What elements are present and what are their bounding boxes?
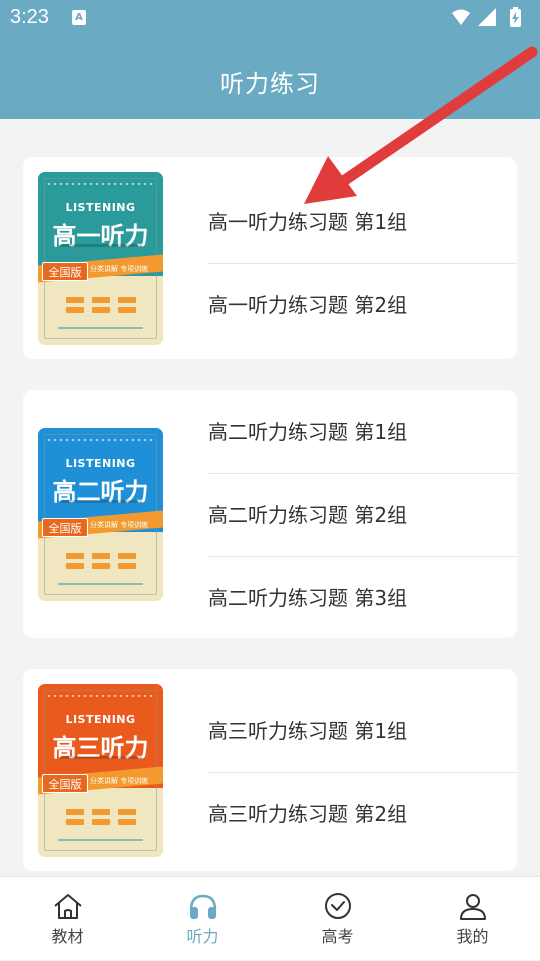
app-header: 听力练习 [0,36,540,119]
exercise-item[interactable]: 高二听力练习题 第2组 [208,473,517,556]
tab-label: 听力 [186,927,219,946]
cover-ribbon-text: 分类讲解 专项训练 [90,777,149,785]
exercise-item[interactable]: 高三听力练习题 第2组 [208,772,517,855]
status-icons [452,7,521,27]
tab-listening[interactable]: 听力 [135,877,270,961]
exercise-group: 第2组 [354,293,408,317]
wifi-icon [452,9,470,25]
section-card-grade-1: LISTENING 高一听力 全国版 分类讲解 专项训练 高一听力练习题 第1组… [23,157,517,359]
tab-label: 我的 [456,927,489,946]
signal-icon [478,8,496,26]
exercise-label: 高一听力练习题 [208,293,348,317]
exercise-label: 高二听力练习题 [208,420,348,444]
exercise-label: 高二听力练习题 [208,503,348,527]
bottom-tab-bar: 教材 听力 高考 我的 [0,876,540,960]
book-cover-grade-2[interactable]: LISTENING 高二听力 全国版 分类讲解 专项训练 [38,428,163,601]
user-icon [459,894,486,920]
cover-english-title: LISTENING [65,713,136,726]
tab-label: 教材 [51,927,84,946]
exercise-label: 高三听力练习题 [208,802,348,826]
cover-english-title: LISTENING [65,201,136,214]
cover-ribbon-text: 分类讲解 专项训练 [90,265,149,273]
exercise-item[interactable]: 高三听力练习题 第1组 [208,690,517,773]
headphones-icon [189,894,216,919]
page-title: 听力练习 [220,70,320,98]
tab-gaokao[interactable]: 高考 [270,877,405,961]
exercise-label: 高一听力练习题 [208,210,348,234]
exercise-label: 高二听力练习题 [208,586,348,610]
book-cover-grade-3[interactable]: LISTENING 高三听力 全国版 分类讲解 专项训练 [38,684,163,857]
cover-badge: 全国版 [42,774,88,793]
home-icon [53,894,82,919]
status-time: 3:23 [10,6,49,28]
check-circle-icon [324,893,351,919]
exercise-group: 第3组 [354,586,408,610]
exercise-label: 高三听力练习题 [208,719,348,743]
exercise-group: 第1组 [354,210,408,234]
tab-label: 高考 [321,927,354,946]
tab-textbook[interactable]: 教材 [0,877,135,961]
content-list[interactable]: LISTENING 高一听力 全国版 分类讲解 专项训练 高一听力练习题 第1组… [0,119,540,876]
status-bar: 3:23 A [0,0,540,36]
exercise-item[interactable]: 高二听力练习题 第1组 [208,391,517,474]
cover-badge: 全国版 [42,518,88,537]
exercise-item[interactable]: 高一听力练习题 第2组 [208,263,517,346]
exercise-group: 第2组 [354,802,408,826]
cover-badge: 全国版 [42,262,88,281]
section-card-grade-2: LISTENING 高二听力 全国版 分类讲解 专项训练 高二听力练习题 第1组… [23,390,517,638]
exercise-group: 第1组 [354,420,408,444]
notification-a-icon: A [72,10,86,25]
cover-english-title: LISTENING [65,457,136,470]
battery-icon [510,7,521,27]
exercise-item[interactable]: 高一听力练习题 第1组 [208,181,517,264]
book-cover-grade-1[interactable]: LISTENING 高一听力 全国版 分类讲解 专项训练 [38,172,163,345]
exercise-item[interactable]: 高二听力练习题 第3组 [208,556,517,639]
exercise-group: 第2组 [354,503,408,527]
tab-mine[interactable]: 我的 [405,877,540,961]
section-card-grade-3: LISTENING 高三听力 全国版 分类讲解 专项训练 高三听力练习题 第1组… [23,669,517,871]
exercise-group: 第1组 [354,719,408,743]
cover-ribbon-text: 分类讲解 专项训练 [90,521,149,529]
